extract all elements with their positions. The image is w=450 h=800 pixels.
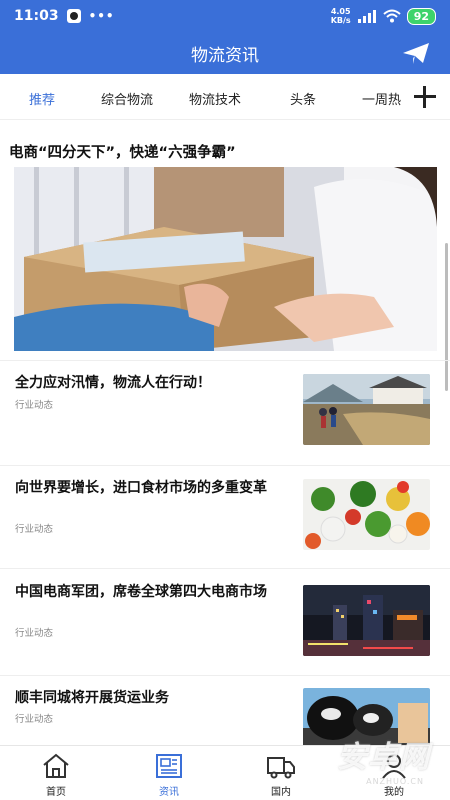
battery-indicator: 92: [406, 7, 436, 25]
watermark-logo: 安卓网: [337, 740, 430, 775]
news-title[interactable]: 顺丰同城将开展货运业务: [15, 688, 295, 709]
news-category: 行业动态: [15, 714, 54, 725]
featured-article-title[interactable]: 电商“四分天下”，快递“六强争霸”: [9, 141, 236, 162]
featured-article-image[interactable]: [14, 167, 437, 351]
paper-plane-icon: [403, 43, 429, 64]
watermark-subtext: ANZHUO.CN: [366, 777, 424, 786]
news-thumbnail[interactable]: [303, 585, 430, 656]
nav-news[interactable]: 资讯: [139, 752, 199, 798]
news-category: 行业动态: [15, 524, 54, 535]
news-thumbnail[interactable]: [303, 479, 430, 550]
page-title: 物流资讯: [191, 45, 259, 66]
wifi-icon: [383, 9, 401, 23]
more-notifications-icon: •••: [88, 9, 115, 23]
add-tab-button[interactable]: [410, 82, 440, 112]
tab-headlines[interactable]: 头条: [290, 89, 316, 108]
tab-general-logistics[interactable]: 综合物流: [101, 89, 153, 108]
notification-app-icon: [66, 9, 81, 23]
nav-home[interactable]: 首页: [26, 752, 86, 798]
news-feed[interactable]: 电商“四分天下”，快递“六强争霸” 全力应对汛情，物流人在行动！ 行业动态 向世…: [0, 121, 450, 745]
signal-icon: [357, 10, 376, 23]
news-category: 行业动态: [15, 400, 54, 411]
home-icon: [43, 753, 69, 778]
send-button[interactable]: [400, 38, 432, 68]
truck-icon: [267, 757, 295, 779]
status-time: 11:03: [14, 8, 59, 24]
list-item[interactable]: 向世界要增长，进口食材市场的多重变革 行业动态: [0, 465, 450, 568]
app-header: 物流资讯: [0, 32, 450, 74]
tab-logistics-tech[interactable]: 物流技术: [189, 89, 241, 108]
news-title[interactable]: 中国电商军团，席卷全球第四大电商市场: [15, 582, 295, 603]
news-thumbnail[interactable]: [303, 374, 430, 445]
news-category: 行业动态: [15, 628, 54, 639]
network-speed: 4.05 KB/s: [330, 7, 351, 25]
category-tabs: 推荐 综合物流 物流技术 头条 一周热: [0, 74, 450, 120]
tab-weekly-hot[interactable]: 一周热: [362, 89, 401, 108]
status-bar: 11:03 ••• 4.05 KB/s 92: [0, 0, 450, 32]
news-title[interactable]: 全力应对汛情，物流人在行动！: [15, 373, 295, 394]
news-title[interactable]: 向世界要增长，进口食材市场的多重变革: [15, 478, 295, 499]
nav-domestic[interactable]: 国内: [251, 752, 311, 798]
list-item[interactable]: 全力应对汛情，物流人在行动！ 行业动态: [0, 360, 450, 465]
list-item[interactable]: 中国电商军团，席卷全球第四大电商市场 行业动态: [0, 568, 450, 675]
tab-recommend[interactable]: 推荐: [29, 89, 55, 108]
news-icon: [156, 754, 182, 778]
